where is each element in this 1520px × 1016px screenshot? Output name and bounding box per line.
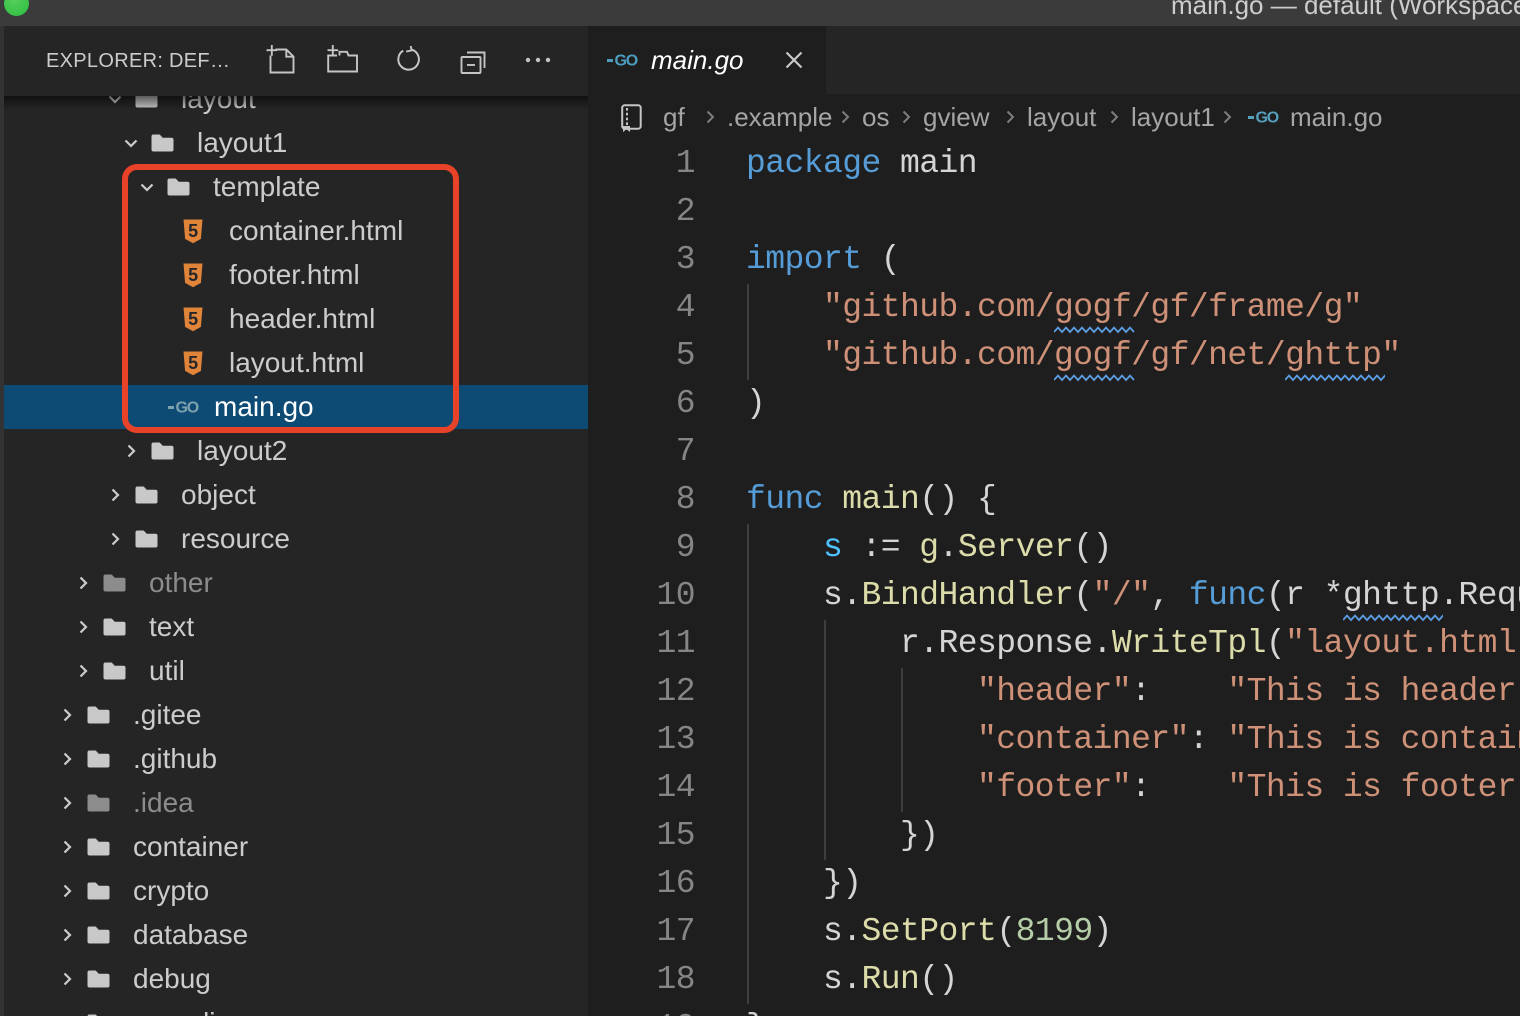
svg-text:GO: GO	[1256, 110, 1279, 125]
svg-text:GO: GO	[615, 53, 638, 68]
